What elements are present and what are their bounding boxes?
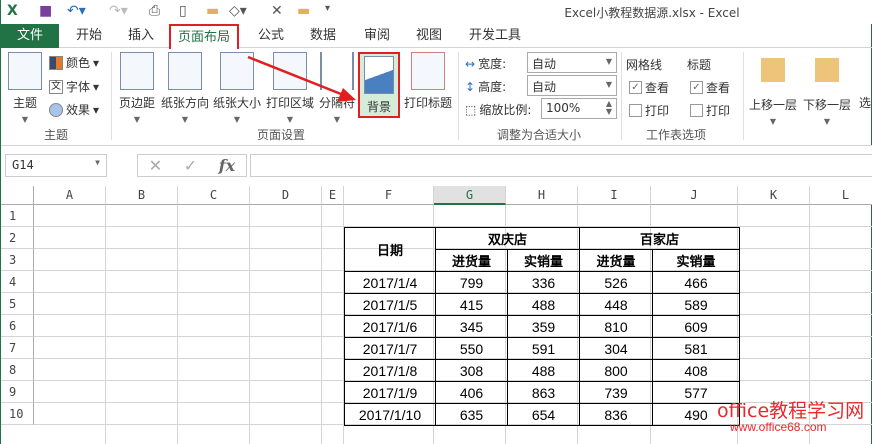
table-cell[interactable]: 448 [579,293,653,316]
table-cell[interactable]: 2017/1/4 [344,271,436,294]
table-cell[interactable]: 863 [507,381,580,404]
table-cell[interactable]: 406 [435,381,508,404]
table-cell[interactable]: 739 [579,381,653,404]
row-header-9[interactable]: 9 [1,381,34,403]
enter-icon[interactable]: ✓ [184,156,197,175]
column-header-c[interactable]: C [178,186,250,205]
table-cell[interactable]: 550 [435,337,508,360]
table-cell[interactable]: 345 [435,315,508,338]
formula-buttons: ✕ ✓ fx [137,154,247,177]
store1-header: 双庆店 [435,227,580,250]
table-cell[interactable]: 609 [652,315,740,338]
store2-header: 百家店 [579,227,740,250]
table-cell[interactable]: 408 [652,359,740,382]
column-header-b[interactable]: B [106,186,178,205]
purchase-header: 进货量 [579,249,653,272]
column-header-a[interactable]: A [34,186,106,205]
column-header-e[interactable]: E [322,186,344,205]
data-table: 日期 双庆店 百家店 进货量 实销量 进货量 实销量 2017/1/4 799 33… [344,227,740,426]
table-cell[interactable]: 799 [435,271,508,294]
column-header-i[interactable]: I [578,186,651,205]
table-row: 2017/1/6 345 359 810 609 [344,315,740,338]
table-cell[interactable]: 810 [579,315,653,338]
table-cell[interactable]: 591 [507,337,580,360]
table-row: 2017/1/10 635 654 836 490 [344,403,740,426]
gridline [177,205,178,444]
table-row: 2017/1/4 799 336 526 466 [344,271,740,294]
row-header-7[interactable]: 7 [1,337,34,359]
table-cell[interactable]: 800 [579,359,653,382]
row-header-5[interactable]: 5 [1,293,34,315]
table-cell[interactable]: 2017/1/10 [344,403,436,426]
table-cell[interactable]: 589 [652,293,740,316]
table-cell[interactable]: 2017/1/9 [344,381,436,404]
formula-bar: G14 ▼ ✕ ✓ fx [1,146,872,186]
gridline [249,205,250,444]
sales-header: 实销量 [652,249,740,272]
sales-header: 实销量 [507,249,580,272]
column-header-d[interactable]: D [250,186,322,205]
purchase-header: 进货量 [435,249,508,272]
column-header-h[interactable]: H [506,186,578,205]
select-all-button[interactable] [1,186,34,205]
column-header-k[interactable]: K [738,186,810,205]
table-cell[interactable]: 526 [579,271,653,294]
table-cell[interactable]: 304 [579,337,653,360]
row-header-3[interactable]: 3 [1,249,34,271]
watermark-title: office教程学习网 [717,400,865,422]
table-cell[interactable]: 2017/1/7 [344,337,436,360]
table-cell[interactable]: 488 [507,359,580,382]
row-header-8[interactable]: 8 [1,359,34,381]
table-header-row: 日期 双庆店 百家店 [344,227,740,272]
column-header-l[interactable]: L [810,186,872,205]
row-header-6[interactable]: 6 [1,315,34,337]
insert-function-icon[interactable]: fx [219,156,235,175]
table-row: 2017/1/5 415 488 448 589 [344,293,740,316]
table-cell[interactable]: 635 [435,403,508,426]
chevron-down-icon: ▼ [95,158,100,167]
table-cell[interactable]: 836 [579,403,653,426]
table-row: 2017/1/7 550 591 304 581 [344,337,740,360]
table-row: 2017/1/8 308 488 800 408 [344,359,740,382]
table-cell[interactable]: 2017/1/5 [344,293,436,316]
table-cell[interactable]: 415 [435,293,508,316]
table-cell[interactable]: 466 [652,271,740,294]
table-cell[interactable]: 308 [435,359,508,382]
watermark-url: www.office68.com [730,420,827,434]
name-box[interactable]: G14 ▼ [5,154,107,177]
row-header-1[interactable]: 1 [1,205,34,227]
date-header: 日期 [344,227,436,272]
table-row: 2017/1/9 406 863 739 577 [344,381,740,404]
name-box-value: G14 [12,158,34,172]
row-header-10[interactable]: 10 [1,403,34,425]
table-cell[interactable]: 488 [507,293,580,316]
cancel-icon[interactable]: ✕ [149,156,162,175]
table-cell[interactable]: 654 [507,403,580,426]
row-header-2[interactable]: 2 [1,227,34,249]
table-cell[interactable]: 2017/1/6 [344,315,436,338]
gridline [321,205,322,444]
table-cell[interactable]: 581 [652,337,740,360]
column-header-j[interactable]: J [651,186,738,205]
gridline [105,205,106,444]
column-header-f[interactable]: F [344,186,434,205]
table-cell[interactable]: 359 [507,315,580,338]
column-header-g[interactable]: G [434,186,506,205]
row-header-4[interactable]: 4 [1,271,34,293]
table-cell[interactable]: 336 [507,271,580,294]
table-cell[interactable]: 2017/1/8 [344,359,436,382]
formula-input[interactable] [250,154,872,177]
